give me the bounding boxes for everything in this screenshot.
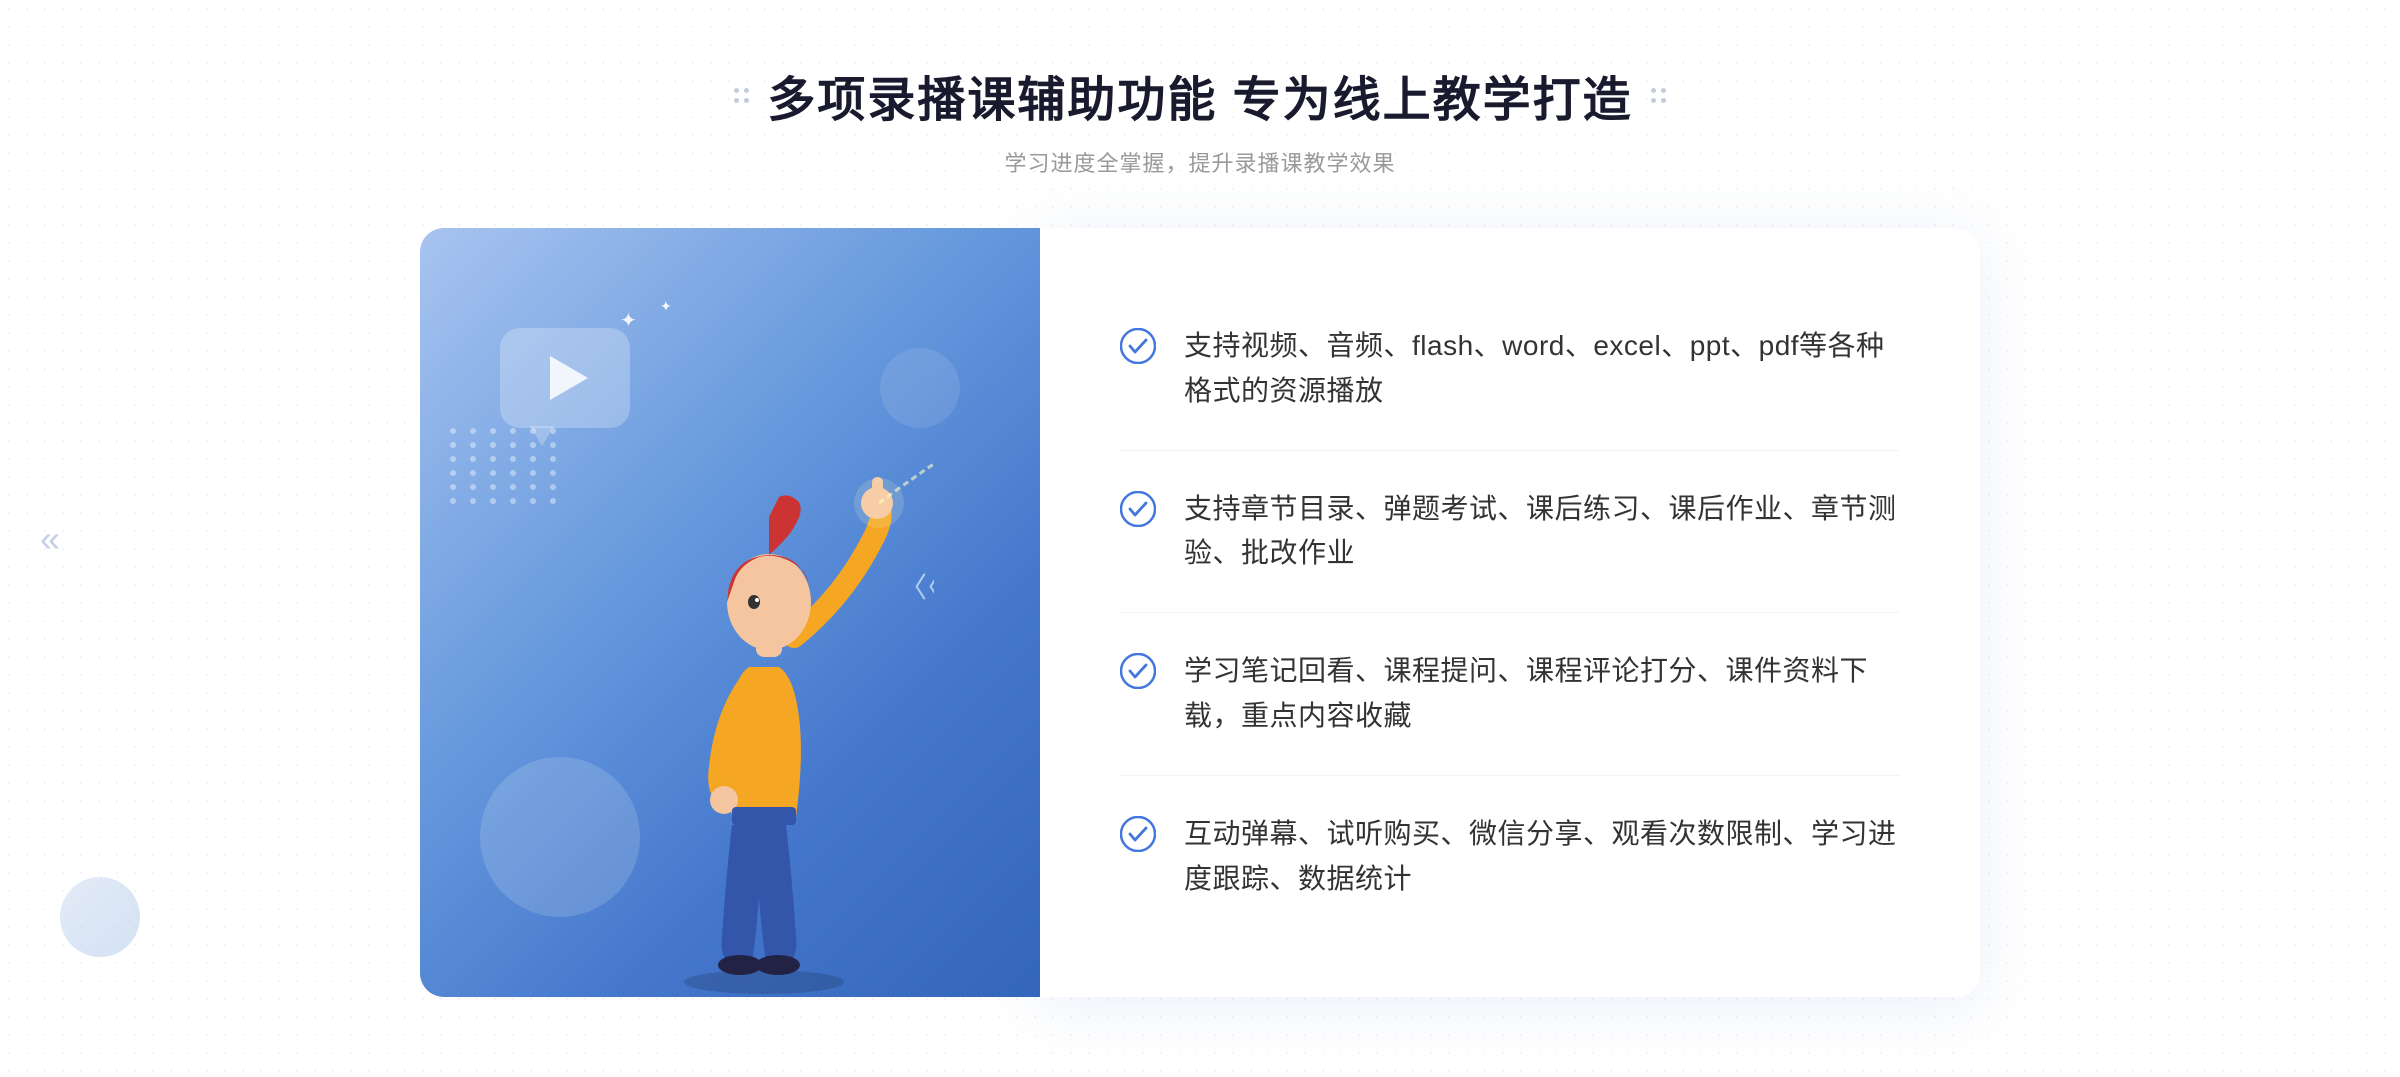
page-subtitle: 学习进度全掌握，提升录播课教学效果: [734, 146, 1665, 178]
play-icon: [550, 356, 588, 400]
person-illustration: 〈〈: [594, 417, 934, 997]
content-area: ✦ ✦: [420, 228, 1980, 997]
feature-item-3: 学习笔记回看、课程提问、课程评论打分、课件资料下载，重点内容收藏: [1120, 613, 1900, 776]
left-chevron-icon: «: [40, 518, 60, 560]
feature-item-2: 支持章节目录、弹题考试、课后练习、课后作业、章节测验、批改作业: [1120, 451, 1900, 614]
title-dots-left: [734, 88, 749, 103]
feature-text-2: 支持章节目录、弹题考试、课后练习、课后作业、章节测验、批改作业: [1184, 487, 1900, 577]
sparkle-icon-2: ✦: [660, 298, 672, 315]
check-icon-4: [1120, 816, 1156, 852]
feature-item-1: 支持视频、音频、flash、word、excel、ppt、pdf等各种格式的资源…: [1120, 288, 1900, 451]
page-title: 多项录播课辅助功能 专为线上教学打造: [767, 60, 1632, 130]
header-section: 多项录播课辅助功能 专为线上教学打造 学习进度全掌握，提升录播课教学效果: [734, 60, 1665, 178]
illustration-panel: ✦ ✦: [420, 228, 1040, 997]
feature-item-4: 互动弹幕、试听购买、微信分享、观看次数限制、学习进度跟踪、数据统计: [1120, 776, 1900, 938]
illustration-circle-2: [880, 348, 960, 428]
svg-text:〈〈: 〈〈: [899, 572, 934, 603]
play-bubble: [500, 328, 630, 428]
check-icon-1: [1120, 328, 1156, 364]
feature-text-3: 学习笔记回看、课程提问、课程评论打分、课件资料下载，重点内容收藏: [1184, 649, 1900, 739]
feature-text-4: 互动弹幕、试听购买、微信分享、观看次数限制、学习进度跟踪、数据统计: [1184, 812, 1900, 902]
page-container: « 多项录播课辅助功能 专为线上教学打造 学习进度全掌握，提升录播课教学效果: [0, 0, 2400, 1077]
deco-circle-left: [60, 877, 140, 957]
sparkle-icon-1: ✦: [620, 308, 637, 333]
check-icon-2: [1120, 491, 1156, 527]
feature-text-1: 支持视频、音频、flash、word、excel、ppt、pdf等各种格式的资源…: [1184, 324, 1900, 414]
check-icon-3: [1120, 653, 1156, 689]
title-dots-right: [1651, 88, 1666, 103]
title-row: 多项录播课辅助功能 专为线上教学打造: [734, 60, 1665, 130]
features-panel: 支持视频、音频、flash、word、excel、ppt、pdf等各种格式的资源…: [1040, 228, 1980, 997]
